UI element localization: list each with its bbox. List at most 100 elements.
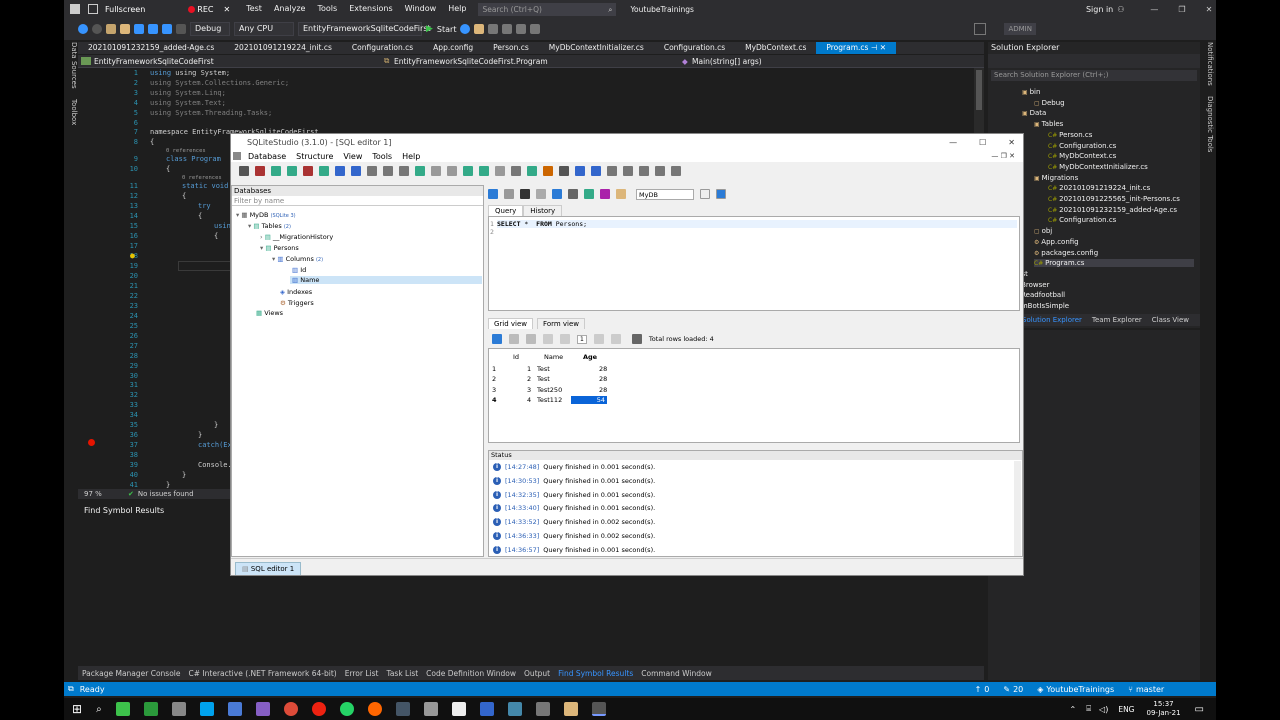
solution-tree-item[interactable]: C# 202101091219224_init.cs xyxy=(1048,184,1150,192)
sqlite-toolbar-icon[interactable] xyxy=(479,166,489,176)
tab-package-manager[interactable]: Package Manager Console xyxy=(78,669,185,678)
solution-tree-item[interactable]: C# 202101091232159_added-Age.cs xyxy=(1048,206,1177,214)
notifications-icon[interactable]: ▭ xyxy=(1195,704,1204,715)
grid-header-id[interactable]: Id xyxy=(513,353,519,361)
row-number[interactable]: 4 xyxy=(492,396,497,404)
redo-icon[interactable] xyxy=(176,24,186,34)
sqlite-toolbar-icon[interactable] xyxy=(655,166,665,176)
app-icon-sqlitestudio[interactable] xyxy=(591,702,606,716)
app-icon-git[interactable] xyxy=(143,702,158,716)
app-icon-editor[interactable] xyxy=(395,702,410,716)
sql-tool-icon[interactable] xyxy=(504,189,514,199)
save-all-icon[interactable] xyxy=(148,24,158,34)
sqlite-toolbar-icon[interactable] xyxy=(367,166,377,176)
sqlite-toolbar-icon[interactable] xyxy=(239,166,249,176)
sqlite-toolbar-icon[interactable] xyxy=(591,166,601,176)
app-icon-explorer[interactable] xyxy=(563,702,578,716)
tab-configuration-2[interactable]: Configuration.cs xyxy=(654,42,735,54)
lightbulb-icon[interactable]: ● xyxy=(130,251,135,260)
app-icon-notepad[interactable] xyxy=(115,702,130,716)
sql-tool-icon[interactable] xyxy=(536,189,546,199)
sql-tool-icon[interactable] xyxy=(568,189,578,199)
solution-tree-item[interactable]: ▣ Tables xyxy=(1034,120,1063,128)
tray-chevron-icon[interactable]: ⌃ xyxy=(1070,705,1077,714)
sqlite-maximize-icon[interactable]: ☐ xyxy=(979,138,986,147)
print-icon[interactable] xyxy=(631,334,642,344)
account-icon[interactable]: ⚇ xyxy=(1117,5,1124,14)
sqlite-toolbar-icon[interactable] xyxy=(335,166,345,176)
code-ref-9[interactable]: 0 references xyxy=(166,148,206,154)
refresh-results-icon[interactable] xyxy=(492,334,502,344)
clock[interactable]: 15:37 09-Jan-21 xyxy=(1147,700,1181,718)
tab-mydbcontext[interactable]: MyDbContext.cs xyxy=(735,42,816,54)
rail-toolbox[interactable]: Toolbox xyxy=(70,99,78,125)
tool-icon-1[interactable] xyxy=(488,24,499,34)
push-count[interactable]: 0 xyxy=(984,685,989,694)
app-icon-car[interactable] xyxy=(423,702,438,716)
recorder-fullscreen[interactable]: Fullscreen xyxy=(105,5,145,14)
row-number[interactable]: 1 xyxy=(492,365,496,373)
tab-task-list[interactable]: Task List xyxy=(382,669,422,678)
solution-tree-item[interactable]: C# Configuration.cs xyxy=(1048,142,1116,150)
solution-tree-item[interactable]: ▣ Data xyxy=(1022,109,1046,117)
volume-icon[interactable]: ◁) xyxy=(1099,705,1108,714)
sqlite-toolbar-icon[interactable] xyxy=(463,166,473,176)
sqlite-toolbar-icon[interactable] xyxy=(575,166,585,176)
app-icon-skype[interactable] xyxy=(199,702,214,716)
push-icon[interactable]: ↑ xyxy=(975,685,982,694)
rail-diagnostic-tools[interactable]: Diagnostic Tools xyxy=(1206,96,1214,152)
menu-test[interactable]: Test xyxy=(240,0,268,18)
cell-id[interactable]: 2 xyxy=(527,375,531,383)
code-ref-11[interactable]: 0 references xyxy=(182,175,222,181)
cell-name[interactable]: Test112 xyxy=(537,396,562,404)
close-icon[interactable]: ✕ xyxy=(1206,5,1213,14)
record-icon[interactable] xyxy=(188,5,196,13)
db-node[interactable]: ▾ ▦ MyDB (SQLite 3) xyxy=(236,211,296,219)
column-id[interactable]: ▥ Id xyxy=(292,266,306,274)
restore-icon[interactable]: ❐ xyxy=(1178,5,1185,14)
app-icon-doc[interactable] xyxy=(535,702,550,716)
solution-tree-item[interactable]: ▢ Debug xyxy=(1034,99,1065,107)
app-icon-tool[interactable] xyxy=(171,702,186,716)
cell-age[interactable]: 28 xyxy=(599,386,607,394)
tab-history[interactable]: History xyxy=(523,205,563,216)
tab-added-age[interactable]: 202101091232159_added-Age.cs xyxy=(78,42,224,54)
sign-in-link[interactable]: Sign in xyxy=(1086,5,1113,14)
tool-icon-3[interactable] xyxy=(516,24,527,34)
solution-tree-item[interactable]: C# Person.cs xyxy=(1048,131,1092,139)
menu-view[interactable]: View xyxy=(338,152,367,161)
app-icon-opera[interactable] xyxy=(311,702,326,716)
start-icon[interactable]: ▶ xyxy=(426,24,433,34)
sqlite-toolbar-icon[interactable] xyxy=(399,166,409,176)
breakpoint-icon[interactable] xyxy=(88,439,95,446)
first-page-icon[interactable] xyxy=(543,334,553,344)
grid-header-name[interactable]: Name xyxy=(544,353,563,361)
table-row[interactable]: 3 3 Test250 28 xyxy=(489,385,609,395)
row-number[interactable]: 2 xyxy=(492,375,496,383)
sqlite-toolbar-icon[interactable] xyxy=(287,166,297,176)
sqlite-toolbar-icon[interactable] xyxy=(495,166,505,176)
repo-icon[interactable]: ◈ xyxy=(1037,685,1043,694)
tab-close-icon[interactable]: ✕ xyxy=(880,43,886,52)
table-row[interactable]: 2 2 Test 28 xyxy=(489,374,609,384)
sqlite-toolbar-icon[interactable] xyxy=(543,166,553,176)
sqlite-toolbar-icon[interactable] xyxy=(623,166,633,176)
tables-node[interactable]: ▾ ▤ Tables (2) xyxy=(248,222,291,230)
tab-solution-explorer[interactable]: Solution Explorer xyxy=(1022,316,1082,324)
menu-database[interactable]: Database xyxy=(243,152,291,161)
sql-tool-icon[interactable] xyxy=(584,189,594,199)
sql-tool-icon[interactable] xyxy=(616,189,626,199)
cell-age[interactable]: 28 xyxy=(599,365,607,373)
sqlite-toolbar-icon[interactable] xyxy=(527,166,537,176)
issues-label[interactable]: No issues found xyxy=(138,490,194,498)
sqlite-toolbar-icon[interactable] xyxy=(511,166,521,176)
app-icon-chat[interactable] xyxy=(227,702,242,716)
open-folder-icon[interactable] xyxy=(120,24,130,34)
columns-node[interactable]: ▾ ▥ Columns (2) xyxy=(272,255,323,263)
solution-tree-item[interactable]: ▣ Migrations xyxy=(1034,174,1078,182)
sqlite-toolbar-icon[interactable] xyxy=(255,166,265,176)
recorder-rec[interactable]: REC xyxy=(197,5,213,14)
forward-icon[interactable] xyxy=(92,24,102,34)
sqlite-toolbar-icon[interactable] xyxy=(447,166,457,176)
tab-init[interactable]: 202101091219224_init.cs xyxy=(224,42,342,54)
